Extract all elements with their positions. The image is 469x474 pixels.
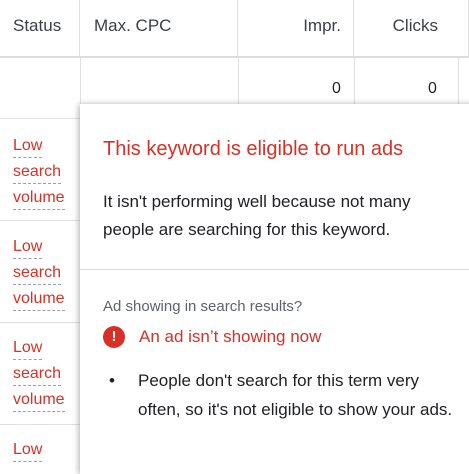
row-divider — [0, 424, 80, 425]
popup-description: It isn't performing well because not man… — [103, 192, 411, 239]
table-row: Low — [0, 437, 80, 463]
column-header-impr[interactable]: Impr. — [238, 0, 354, 56]
error-icon: ! — [103, 326, 125, 348]
table-header: Status Max. CPC Impr. Clicks — [0, 0, 469, 58]
status-low-search-volume[interactable]: Low search volume — [13, 234, 80, 312]
row-divider — [0, 118, 80, 119]
row-divider — [0, 322, 80, 323]
total-clicks: 0 — [428, 80, 437, 97]
alert-text: An ad isn’t showing now — [139, 327, 322, 346]
total-impr: 0 — [332, 80, 341, 97]
column-header-max-cpc[interactable]: Max. CPC — [80, 0, 238, 56]
table-row: Low search volume — [0, 335, 80, 413]
status-low-search-volume[interactable]: Low — [13, 437, 80, 463]
table-row: Low search volume — [0, 234, 80, 312]
bullet-text: People don't search for this term very o… — [138, 371, 453, 419]
popup-subheading: Ad showing in search results? — [103, 298, 303, 315]
popup-divider — [80, 269, 469, 270]
bullet-icon: • — [109, 371, 115, 390]
row-divider — [0, 220, 80, 221]
list-item: • People don't search for this term very… — [103, 366, 463, 424]
popup-alert: ! An ad isn’t showing now — [103, 324, 321, 350]
popup-title: This keyword is eligible to run ads — [103, 138, 404, 160]
status-low-search-volume[interactable]: Low search volume — [13, 335, 80, 413]
table-row: Low search volume — [0, 133, 80, 211]
status-details-popup: This keyword is eligible to run ads It i… — [80, 104, 469, 474]
column-header-status[interactable]: Status — [0, 0, 80, 56]
status-low-search-volume[interactable]: Low search volume — [13, 133, 80, 211]
column-header-clicks[interactable]: Clicks — [354, 0, 469, 56]
